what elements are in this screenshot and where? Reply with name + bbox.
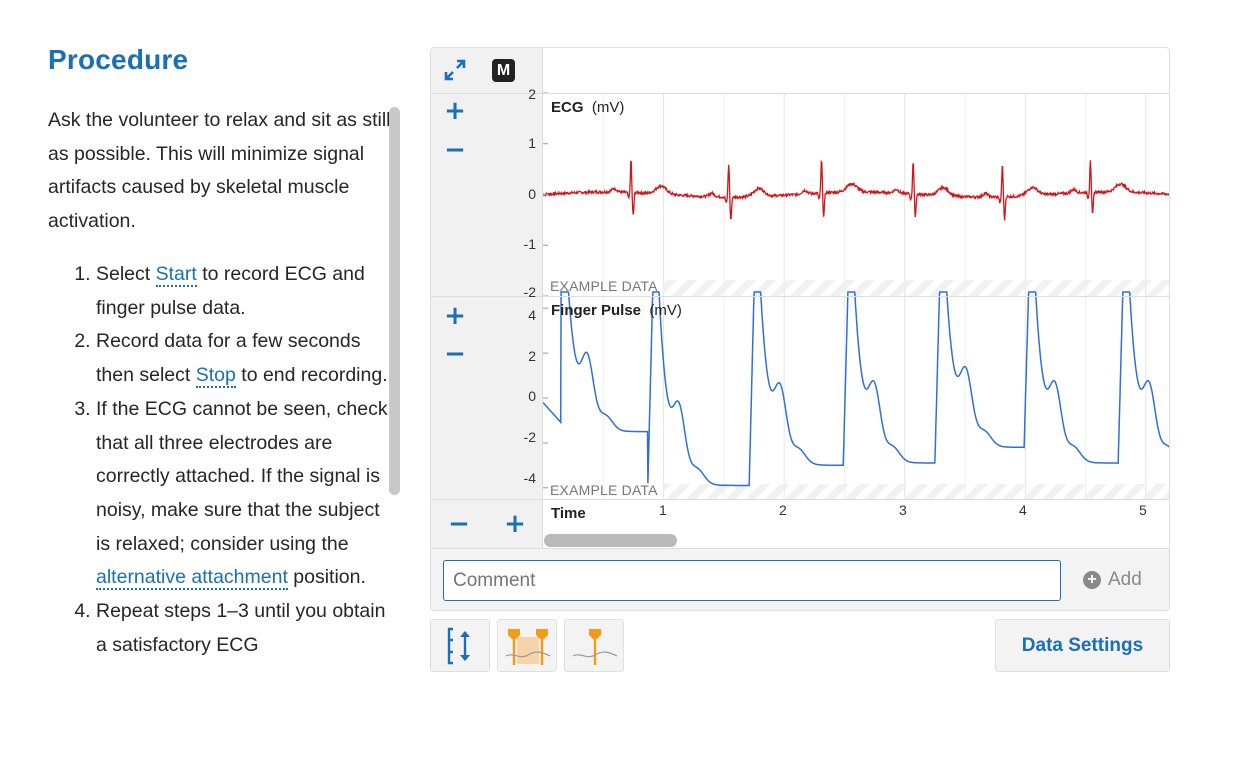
comment-row: + Add [431,548,1169,610]
ecg-trace [542,159,1169,221]
pulse-ytick: -2 [523,429,536,445]
step-3: If the ECG cannot be seen, check that al… [96,393,393,595]
procedure-steps: Select Start to record ECG and finger pu… [48,258,393,662]
time-tick: 1 [659,502,667,518]
ecg-zoom-out-icon[interactable]: − [443,137,467,163]
ecg-ytick: -1 [523,236,536,252]
pulse-zoom-in-icon[interactable]: + [443,303,467,329]
step-4: Repeat steps 1–3 until you obtain a sati… [96,595,393,662]
pulse-example-watermark: EXAMPLE DATA [550,482,658,498]
pulse-trace [542,291,1169,487]
procedure-intro: Ask the volunteer to relax and sit as st… [48,109,391,232]
two-marker-selection-button[interactable] [497,619,557,672]
time-tick: 2 [779,502,787,518]
pulse-zoom-out-icon[interactable]: − [443,341,467,367]
time-axis-label: Time [551,505,586,522]
time-zoom-in-icon[interactable]: + [503,511,527,537]
ecg-example-watermark: EXAMPLE DATA [550,278,658,294]
ecg-ytick: -2 [523,284,536,300]
ecg-title: ECG (mV) [551,99,625,116]
add-circle-icon: + [1083,571,1101,589]
time-tick: 4 [1019,502,1027,518]
data-settings-button[interactable]: Data Settings [995,619,1170,672]
step-1: Select Start to record ECG and finger pu… [96,258,393,325]
ecg-zoom-in-icon[interactable]: + [443,98,467,124]
start-link[interactable]: Start [155,263,197,287]
add-comment-button[interactable]: + Add [1083,569,1142,591]
time-zoom-out-icon[interactable]: − [447,511,471,537]
comment-input[interactable] [443,560,1061,601]
two-marker-selection-icon [505,629,551,665]
time-tick: 3 [899,502,907,518]
ecg-ytick: 1 [528,135,536,151]
stop-link[interactable]: Stop [195,364,236,389]
expand-arrows-icon[interactable] [443,58,467,82]
pulse-title: Finger Pulse (mV) [551,302,682,319]
time-tick: 5 [1139,502,1147,518]
plot-area [542,48,1169,548]
procedure-panel: Procedure Ask the volunteer to relax and… [48,40,393,720]
text-fade-overlay [48,660,393,720]
marker-button[interactable]: M [492,59,515,82]
ecg-hatch-strip [663,280,1169,296]
autoscale-button[interactable] [430,619,490,672]
pulse-ytick: 2 [528,348,536,364]
alternative-attachment-link[interactable]: alternative attachment [96,566,288,591]
chart-panel: M + − + − − + 2 1 0 -1 -2 4 2 0 -2 -4 EC… [430,47,1170,611]
header-divider [431,93,1169,94]
channel-divider [431,296,1169,297]
autoscale-icon [447,627,470,665]
time-scrollbar[interactable] [544,534,677,547]
ecg-ytick: 0 [528,186,536,202]
step-2: Record data for a few seconds then selec… [96,325,393,392]
pulse-ytick: -4 [523,470,536,486]
procedure-scrollbar[interactable] [389,107,400,495]
single-marker-button[interactable] [564,619,624,672]
ecg-ytick: 2 [528,86,536,102]
single-marker-icon [572,629,618,665]
plots-svg [542,92,1169,499]
axis-divider [431,499,1169,500]
procedure-heading: Procedure [48,44,189,75]
pulse-ytick: 4 [528,307,536,323]
pulse-ytick: 0 [528,388,536,404]
